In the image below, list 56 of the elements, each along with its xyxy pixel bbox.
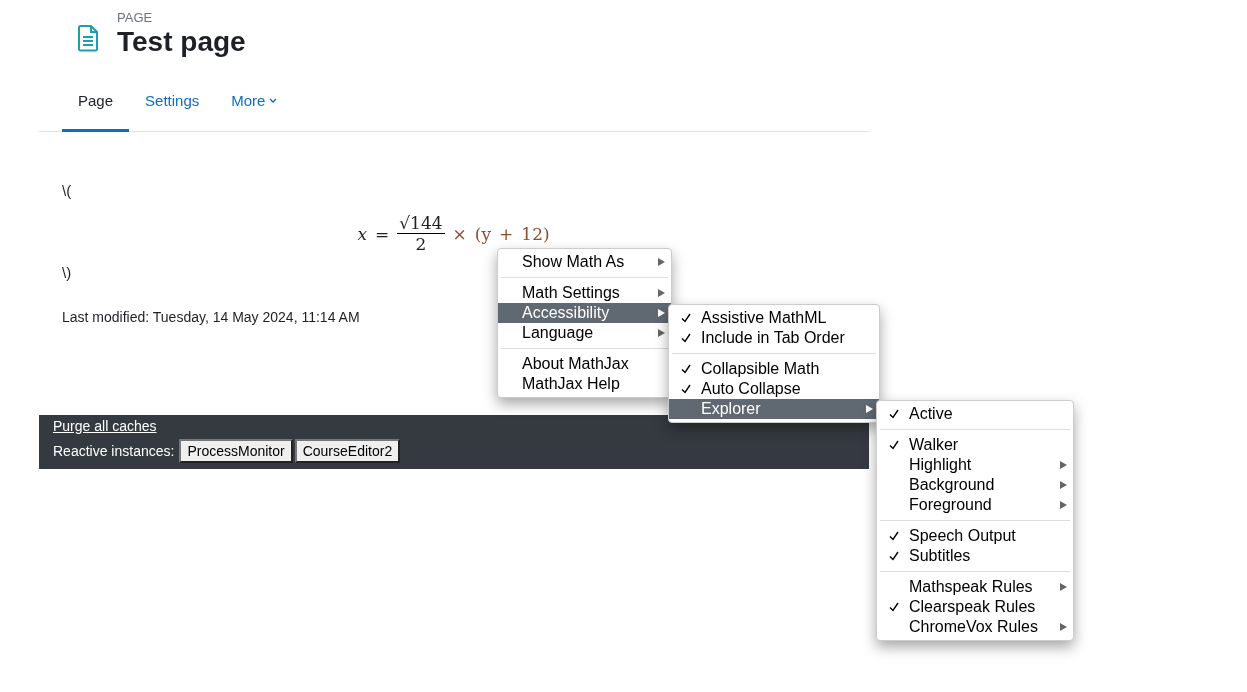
tab[interactable]: Page [62, 78, 130, 132]
menu-item[interactable]: Background [877, 475, 1073, 495]
menu-item[interactable]: About MathJax [498, 354, 671, 374]
menu-item[interactable]: Explorer [669, 399, 879, 419]
check-icon [889, 409, 899, 419]
submenu-arrow-icon [866, 405, 873, 413]
purge-caches-link[interactable]: Purge all caches [53, 418, 157, 434]
submenu-arrow-icon [658, 258, 665, 266]
menu-item[interactable]: Language [498, 323, 671, 343]
menu-item[interactable]: Include in Tab Order [669, 328, 879, 348]
submenu-arrow-icon [658, 329, 665, 337]
check-icon [889, 602, 899, 612]
caret-icon [269, 97, 278, 104]
tab[interactable]: Settings [129, 78, 216, 132]
instance-button[interactable]: ProcessMonitor [179, 439, 293, 463]
menu-item[interactable]: Assistive MathML [669, 308, 879, 328]
math-operator: = [375, 223, 390, 244]
menu-item[interactable]: Accessibility [498, 303, 671, 323]
math-term: (y [474, 223, 492, 244]
menu-item[interactable]: Math Settings [498, 283, 671, 303]
fraction-denominator: 2 [415, 234, 427, 254]
submenu-arrow-icon [1060, 623, 1067, 631]
submenu-arrow-icon [658, 309, 665, 317]
page-title: Test page [117, 26, 246, 58]
submenu-arrow-icon [1060, 583, 1067, 591]
menu-item[interactable]: Highlight [877, 455, 1073, 475]
menu-item[interactable]: Show Math As [498, 252, 671, 272]
last-modified-text: Last modified: Tuesday, 14 May 2024, 11:14 AM [62, 309, 360, 325]
math-operator: + [499, 223, 514, 244]
math-delimiter: \) [62, 264, 72, 281]
document-icon [77, 24, 99, 52]
submenu-arrow-icon [1060, 461, 1067, 469]
menu-item[interactable]: MathJax Help [498, 374, 671, 394]
reactive-instances-label: Reactive instances: [53, 443, 175, 459]
page-label: PAGE [117, 10, 154, 25]
tab[interactable]: More [215, 78, 294, 132]
submenu-arrow-icon [1060, 481, 1067, 489]
check-icon [889, 440, 899, 450]
submenu-arrow-icon [1060, 501, 1067, 509]
menu-item[interactable]: ChromeVox Rules [877, 617, 1073, 637]
menu-item[interactable]: Speech Output [877, 526, 1073, 546]
menu-item[interactable]: Active [877, 404, 1073, 424]
submenu-arrow-icon [658, 289, 665, 297]
instance-button[interactable]: CourseEditor2 [294, 439, 401, 463]
math-term: 12) [521, 223, 550, 244]
menu-item[interactable]: Mathspeak Rules [877, 577, 1073, 597]
menu-item[interactable]: Auto Collapse [669, 379, 879, 399]
menu-item[interactable]: Collapsible Math [669, 359, 879, 379]
menu-item[interactable]: Subtitles [877, 546, 1073, 566]
math-variable: x [357, 223, 367, 244]
math-delimiter: \( [62, 182, 72, 199]
menu-item[interactable]: Walker [877, 435, 1073, 455]
menu-item[interactable]: Foreground [877, 495, 1073, 515]
math-operator: × [452, 223, 467, 244]
menu-item[interactable]: Clearspeak Rules [877, 597, 1073, 617]
fraction-numerator: √144 [397, 213, 445, 234]
